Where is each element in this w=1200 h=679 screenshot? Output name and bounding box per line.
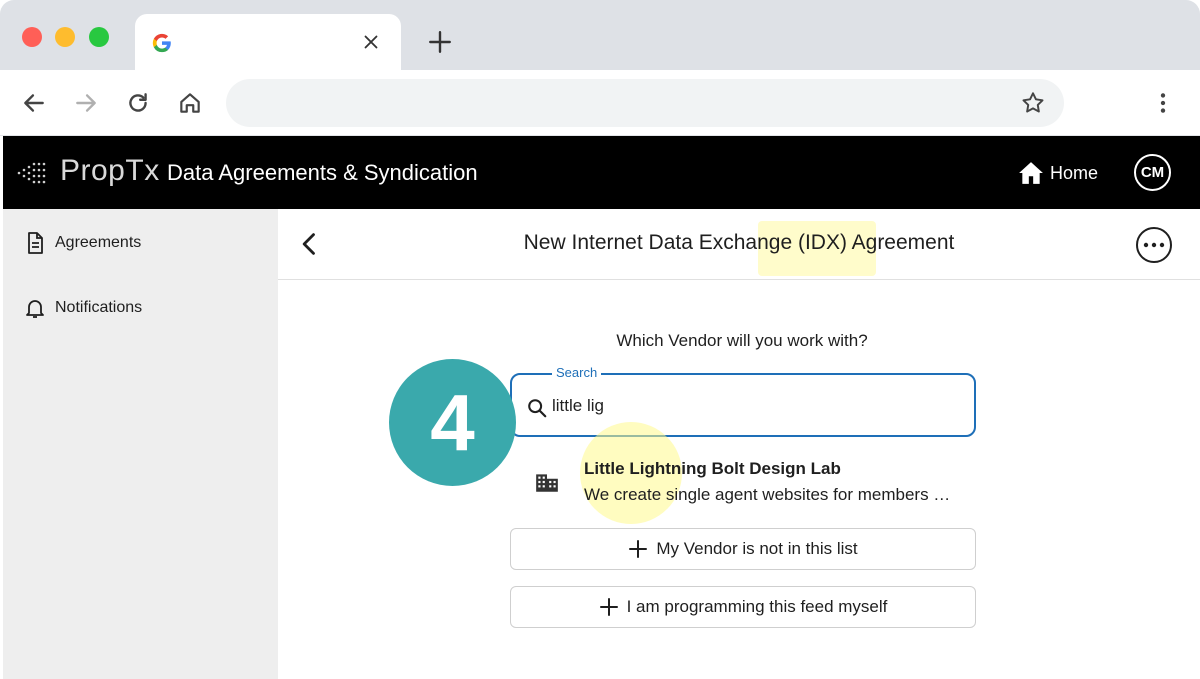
vendor-result-item[interactable]: Little Lightning Bolt Design Lab We crea… (528, 451, 978, 509)
kebab-icon[interactable] (1150, 90, 1176, 116)
sidebar-item-label: Agreements (55, 234, 142, 251)
search-input[interactable] (552, 393, 952, 419)
search-icon (528, 399, 547, 418)
more-options-button[interactable] (1136, 227, 1172, 263)
app-header: PropTx Data Agreements & Syndication Hom… (3, 136, 1200, 209)
plus-icon (599, 598, 618, 616)
window-maximize-dot[interactable] (89, 27, 109, 47)
star-icon[interactable] (1020, 90, 1046, 116)
ellipsis-icon (1143, 242, 1165, 248)
sidebar-item-agreements[interactable]: Agreements (23, 229, 141, 257)
program-myself-button[interactable]: I am programming this feed myself (510, 586, 976, 628)
brand-logo: PropTx (60, 154, 160, 187)
close-icon[interactable] (360, 31, 382, 53)
address-bar[interactable] (226, 79, 1064, 127)
sidebar: Agreements Notifications (3, 209, 278, 679)
page-header: New Internet Data Exchange (IDX) Agreeme… (278, 209, 1200, 280)
plus-icon (629, 540, 648, 558)
user-avatar[interactable]: CM (1134, 154, 1171, 191)
page-title: New Internet Data Exchange (IDX) Agreeme… (523, 231, 955, 254)
home-link[interactable]: Home (1018, 160, 1098, 186)
building-icon (536, 474, 558, 492)
home-icon[interactable] (177, 90, 203, 116)
browser-tab-bar (0, 0, 1200, 70)
window-minimize-dot[interactable] (55, 27, 75, 47)
step-number-badge: 4 (389, 359, 516, 486)
google-favicon-icon (152, 33, 171, 53)
app-title: Data Agreements & Syndication (167, 160, 478, 185)
vendor-result-title: Little Lightning Bolt Design Lab (584, 459, 841, 478)
arrow-left-icon[interactable] (21, 90, 47, 116)
home-icon (1019, 162, 1043, 184)
sidebar-item-notifications[interactable]: Notifications (23, 294, 142, 322)
vendor-not-listed-label: My Vendor is not in this list (656, 539, 858, 558)
vendor-not-listed-button[interactable]: My Vendor is not in this list (510, 528, 976, 570)
browser-toolbar (0, 70, 1200, 136)
plus-icon[interactable] (427, 29, 453, 55)
proptx-logo-icon (17, 162, 46, 184)
browser-tab[interactable] (135, 14, 401, 70)
document-icon (28, 232, 43, 254)
bell-icon (26, 300, 44, 318)
vendor-result-description: We create single agent websites for memb… (584, 485, 951, 504)
window-close-dot[interactable] (22, 27, 42, 47)
vendor-search-field[interactable]: Search (510, 365, 976, 437)
home-label: Home (1050, 162, 1099, 183)
search-label: Search (552, 365, 602, 380)
sidebar-item-label: Notifications (55, 299, 143, 316)
reload-icon[interactable] (125, 90, 151, 116)
vendor-question: Which Vendor will you work with? (616, 331, 868, 350)
program-myself-label: I am programming this feed myself (626, 597, 888, 616)
arrow-right-icon[interactable] (73, 90, 99, 116)
